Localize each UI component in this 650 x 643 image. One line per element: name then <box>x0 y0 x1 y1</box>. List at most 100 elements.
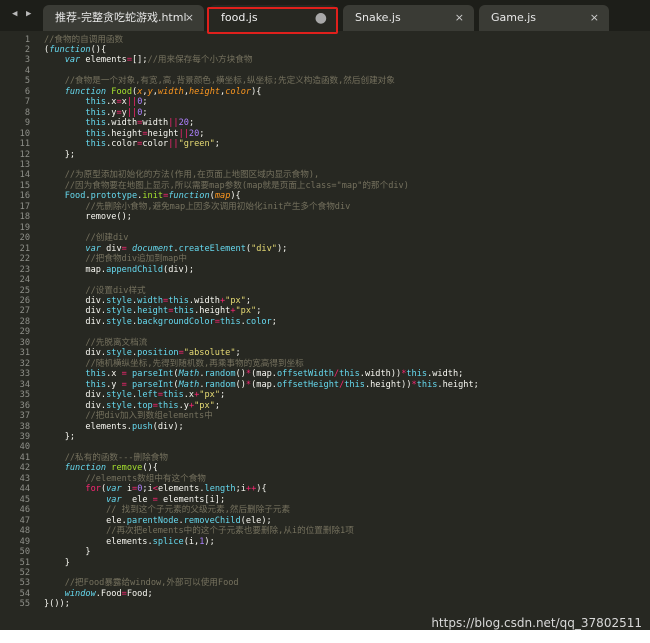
code-token: this <box>85 97 107 108</box>
line-number: 26 <box>19 296 30 306</box>
code-token: (){ <box>142 463 158 474</box>
code-token: ele. <box>44 515 127 526</box>
code-token: random <box>204 369 236 380</box>
code-token: var <box>106 494 122 505</box>
line-number: 17 <box>19 201 30 212</box>
code-token: this <box>163 390 184 401</box>
code-editor[interactable]: 1 2 3 4 5 6 7 8 9 10 11 12 13 14 15 16 17 18 19 20 21 22 23 24 2… <box>0 31 650 630</box>
tab-snake-game-html[interactable]: 推荐-完整贪吃蛇游戏.html × <box>43 5 204 31</box>
code-line: function remove(){ <box>44 463 158 473</box>
code-token: left <box>137 390 158 401</box>
close-icon[interactable]: × <box>185 5 194 31</box>
code-token: this <box>85 379 107 390</box>
line-number: 33 <box>19 369 30 380</box>
code-token: ){ <box>251 86 262 97</box>
code-token: function <box>64 463 107 474</box>
code-line: } <box>44 558 70 568</box>
close-icon[interactable]: × <box>590 5 599 31</box>
line-number: 38 <box>19 421 30 432</box>
code-token: style <box>106 316 132 327</box>
close-icon[interactable]: × <box>455 5 464 31</box>
code-line: this.x=x||0; <box>44 97 147 108</box>
nav-forward-icon[interactable]: ▶ <box>26 9 31 19</box>
line-number: 43 <box>19 473 30 484</box>
code-token: function <box>49 44 91 55</box>
code-token: height <box>189 86 221 97</box>
code-line: }; <box>44 150 75 160</box>
code-line: this.x = parseInt(Math.random()*(map.off… <box>44 369 463 379</box>
code-token: Food <box>111 86 132 97</box>
code-line: //食物是一个对象,有宽,高,背景颜色,横坐标,纵坐标;先定义构造函数,然后创建… <box>44 76 395 86</box>
line-number: 51 <box>19 557 30 568</box>
line-number: 20 <box>19 233 30 244</box>
line-number: 54 <box>19 588 30 599</box>
code-token: Math <box>178 369 200 380</box>
code-token: }()); <box>44 599 70 610</box>
code-token: (){ <box>90 44 107 55</box>
line-number: 53 <box>19 578 30 589</box>
code-line: //食物的自调用函数 <box>44 35 123 45</box>
code-token: parseInt <box>132 369 174 380</box>
code-token: this <box>339 369 360 380</box>
code-token: ; <box>142 107 148 118</box>
code-token: (ele); <box>240 515 272 526</box>
code-token: .y <box>106 107 117 118</box>
code-token: .color <box>106 139 138 150</box>
code-token: //为原型添加初始化的方法(作用,在页面上地图区域内显示食物), <box>64 170 320 181</box>
code-line: var div= document.createElement("div"); <box>44 244 287 254</box>
code-token: ; <box>271 316 277 327</box>
code-token: //因为食物要在地图上显示,所以需要map参数(map就是页面上class="m… <box>64 180 409 191</box>
code-line: this.y=y||0; <box>44 107 148 118</box>
line-number: 13 <box>19 160 30 171</box>
code-token: backgroundColor <box>137 316 215 327</box>
code-token: Math <box>178 379 200 390</box>
line-number: 46 <box>19 505 30 516</box>
code-token: (div); <box>152 421 184 432</box>
line-number: 18 <box>19 212 30 223</box>
tab-label: Game.js <box>491 11 537 24</box>
code-line: //设置div样式 <box>44 286 145 296</box>
code-token: 20 <box>178 118 189 129</box>
code-line: elements.push(div); <box>44 421 184 432</box>
code-token: push <box>131 421 153 432</box>
code-token: || <box>178 128 189 139</box>
code-token: length <box>204 484 236 495</box>
line-number: 21 <box>19 243 30 254</box>
code-token: style <box>106 296 132 306</box>
code-token: appendChild <box>106 264 164 275</box>
code-line: this.y = parseInt(Math.random()*(map.off… <box>44 379 478 390</box>
tab-label: 推荐-完整贪吃蛇游戏.html <box>55 11 187 24</box>
code-token: div. <box>44 390 107 401</box>
line-number: 32 <box>19 358 30 369</box>
code-token: //用来保存每个小方块食物 <box>147 55 253 66</box>
line-number: 8 <box>24 107 30 118</box>
line-number: 19 <box>19 222 30 233</box>
code-token: i <box>121 484 133 495</box>
code-token: div. <box>44 348 107 359</box>
code-token: elements[i]; <box>157 494 226 505</box>
code-token: random <box>204 379 236 390</box>
nav-back-icon[interactable]: ◀ <box>12 9 17 19</box>
line-number: 12 <box>19 149 30 160</box>
code-line: this.height=height||20; <box>44 129 204 139</box>
code-token: this <box>85 118 107 129</box>
code-token: "px" <box>225 296 246 306</box>
code-line: function Food(x,y,width,height,color){ <box>44 86 262 97</box>
tab-snake-js[interactable]: Snake.js × <box>343 5 474 31</box>
code-token: || <box>126 107 138 118</box>
code-token: ; <box>235 348 241 359</box>
code-token: 20 <box>188 128 200 139</box>
line-number: 25 <box>19 285 30 296</box>
line-number: 23 <box>19 264 30 275</box>
tab-game-js[interactable]: Game.js × <box>479 5 609 31</box>
code-token: this <box>416 379 438 390</box>
code-line: //把Food暴露给window,外部可以使用Food <box>44 578 239 588</box>
line-number: 29 <box>19 327 30 338</box>
